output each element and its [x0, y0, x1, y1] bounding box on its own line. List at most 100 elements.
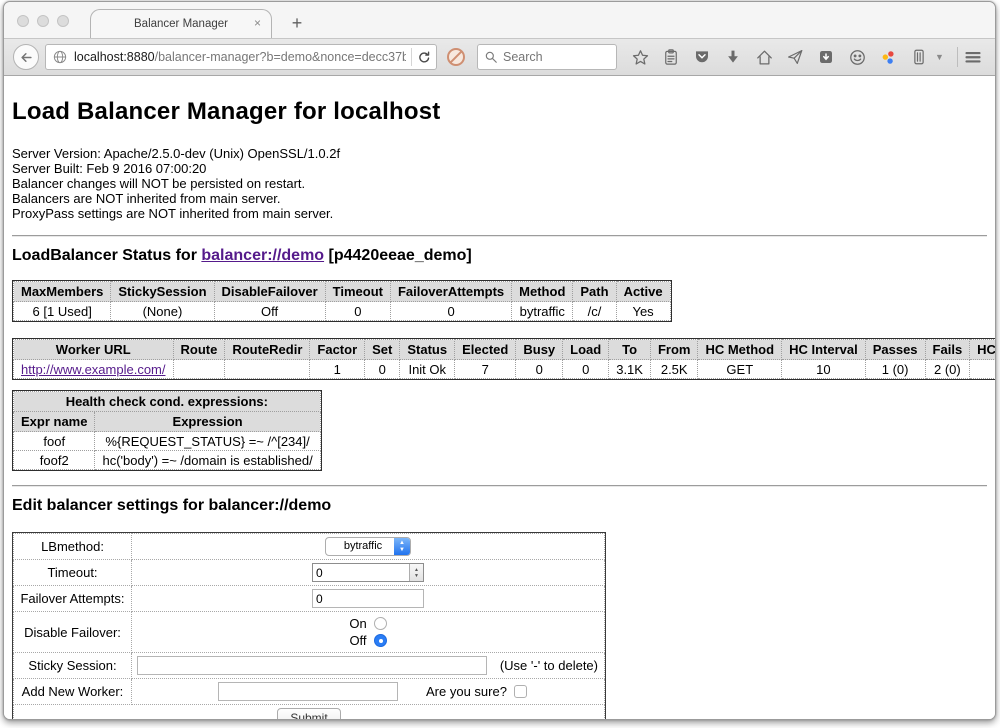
balancer-header-row: MaxMembers StickySession DisableFailover… — [14, 282, 671, 302]
val-timeout: 0 — [325, 302, 390, 321]
divider — [12, 235, 987, 237]
pocket-icon[interactable] — [691, 46, 713, 68]
sticky-session-input[interactable] — [137, 656, 487, 675]
val-from: 2.5K — [650, 360, 698, 379]
val-expr-name-2: foof2 — [14, 451, 95, 470]
worker-table: Worker URL Route RouteRedir Factor Set S… — [12, 338, 995, 380]
search-bar[interactable] — [477, 44, 617, 70]
edit-settings-heading: Edit balancer settings for balancer://de… — [12, 497, 987, 515]
col-busy: Busy — [516, 340, 563, 360]
navigation-toolbar: localhost:8880/balancer-manager?b=demo&n… — [4, 38, 995, 76]
col-hc-uri: HC uri — [970, 340, 995, 360]
search-input[interactable] — [503, 50, 603, 64]
chat-smiley-icon[interactable] — [846, 46, 868, 68]
col-stickysession: StickySession — [111, 282, 214, 302]
send-icon[interactable] — [784, 46, 806, 68]
new-tab-button[interactable]: + — [286, 13, 308, 34]
col-load: Load — [563, 340, 609, 360]
health-row-foof2: foof2 hc('body') =~ /domain is establish… — [14, 451, 321, 470]
search-icon — [484, 50, 498, 64]
col-from: From — [650, 340, 698, 360]
toolbar-right — [962, 46, 996, 68]
toolbar-icons: ▼ — [629, 46, 962, 68]
reload-icon[interactable] — [417, 50, 432, 65]
val-busy: 0 — [516, 360, 563, 379]
sticky-session-label: Sticky Session: — [14, 653, 132, 679]
window-controls — [17, 15, 69, 27]
lbmethod-select[interactable]: bytraffic ▲▼ — [325, 537, 411, 556]
col-timeout: Timeout — [325, 282, 390, 302]
health-title-row: Health check cond. expressions: — [14, 392, 321, 412]
url-host: localhost:8880 — [74, 50, 155, 64]
tab-balancer-manager[interactable]: Balancer Manager × — [90, 9, 272, 38]
val-hc-method: GET — [698, 360, 782, 379]
col-set: Set — [365, 340, 400, 360]
val-routeredir — [225, 360, 310, 379]
url-bar[interactable]: localhost:8880/balancer-manager?b=demo&n… — [45, 44, 437, 70]
radio-off[interactable] — [374, 634, 387, 647]
col-worker-url: Worker URL — [14, 340, 174, 360]
lbmethod-row: LBmethod: bytraffic ▲▼ — [14, 534, 605, 560]
status-heading-prefix: LoadBalancer Status for — [12, 247, 201, 264]
submit-button[interactable]: Submit — [277, 708, 340, 720]
select-arrows-icon: ▲▼ — [394, 538, 410, 555]
container-icon[interactable] — [908, 46, 930, 68]
radio-off-label: Off — [349, 632, 366, 649]
download-icon[interactable] — [722, 46, 744, 68]
val-active: Yes — [616, 302, 670, 321]
val-expression-2: hc('body') =~ /domain is established/ — [95, 451, 320, 470]
server-version-line: Server Version: Apache/2.5.0-dev (Unix) … — [12, 146, 987, 161]
val-elected: 7 — [455, 360, 516, 379]
failover-attempts-input[interactable] — [312, 589, 424, 608]
add-worker-input[interactable] — [218, 682, 398, 701]
timeout-input[interactable] — [313, 564, 409, 581]
status-heading: LoadBalancer Status for balancer://demo … — [12, 247, 987, 265]
worker-url-link[interactable]: http://www.example.com/ — [21, 362, 166, 377]
balancer-demo-link[interactable]: balancer://demo — [201, 247, 324, 264]
failover-attempts-label: Failover Attempts: — [14, 586, 132, 612]
val-load: 0 — [563, 360, 609, 379]
bookmark-star-icon[interactable] — [629, 46, 651, 68]
status-heading-suffix: [p4420eeae_demo] — [324, 247, 472, 264]
zoom-window-button[interactable] — [57, 15, 69, 27]
val-stickysession: (None) — [111, 302, 214, 321]
stepper-icon[interactable]: ▲▼ — [409, 564, 423, 581]
col-passes: Passes — [865, 340, 925, 360]
val-fails: 2 (0) — [925, 360, 970, 379]
colored-dots-icon[interactable] — [877, 46, 899, 68]
sticky-session-row: Sticky Session: (Use '-' to delete) — [14, 653, 605, 679]
persist-note-line: Balancer changes will NOT be persisted o… — [12, 176, 987, 191]
val-status: Init Ok — [400, 360, 455, 379]
val-path: /c/ — [573, 302, 616, 321]
col-failoverattempts: FailoverAttempts — [390, 282, 511, 302]
back-arrow-icon — [19, 50, 34, 65]
health-row-foof: foof %{REQUEST_STATUS} =~ /^[234]/ — [14, 432, 321, 451]
inherit-note-line: Balancers are NOT inherited from main se… — [12, 191, 987, 206]
panel-download-icon[interactable] — [815, 46, 837, 68]
menu-hamburger-icon[interactable] — [962, 46, 984, 68]
balancer-status-table: MaxMembers StickySession DisableFailover… — [12, 280, 672, 322]
close-window-button[interactable] — [17, 15, 29, 27]
chevron-down-icon[interactable]: ▼ — [935, 52, 944, 62]
are-you-sure-checkbox[interactable] — [514, 685, 527, 698]
reading-list-icon[interactable] — [660, 46, 682, 68]
val-worker-url: http://www.example.com/ — [14, 360, 174, 379]
tab-close-icon[interactable]: × — [254, 17, 261, 29]
content-blocked-icon[interactable] — [445, 46, 467, 68]
are-you-sure-label: Are you sure? — [426, 684, 507, 699]
col-expr-name: Expr name — [14, 412, 95, 432]
minimize-window-button[interactable] — [37, 15, 49, 27]
server-info: Server Version: Apache/2.5.0-dev (Unix) … — [12, 146, 987, 221]
url-divider — [411, 48, 412, 66]
back-button[interactable] — [13, 44, 39, 70]
val-failoverattempts: 0 — [390, 302, 511, 321]
home-icon[interactable] — [753, 46, 775, 68]
val-expression-1: %{REQUEST_STATUS} =~ /^[234]/ — [95, 432, 320, 451]
col-routeredir: RouteRedir — [225, 340, 310, 360]
val-factor: 1 — [310, 360, 365, 379]
col-status: Status — [400, 340, 455, 360]
page-title: Load Balancer Manager for localhost — [12, 98, 987, 126]
proxypass-note-line: ProxyPass settings are NOT inherited fro… — [12, 206, 987, 221]
health-table-title: Health check cond. expressions: — [14, 392, 321, 412]
radio-on[interactable] — [374, 617, 387, 630]
